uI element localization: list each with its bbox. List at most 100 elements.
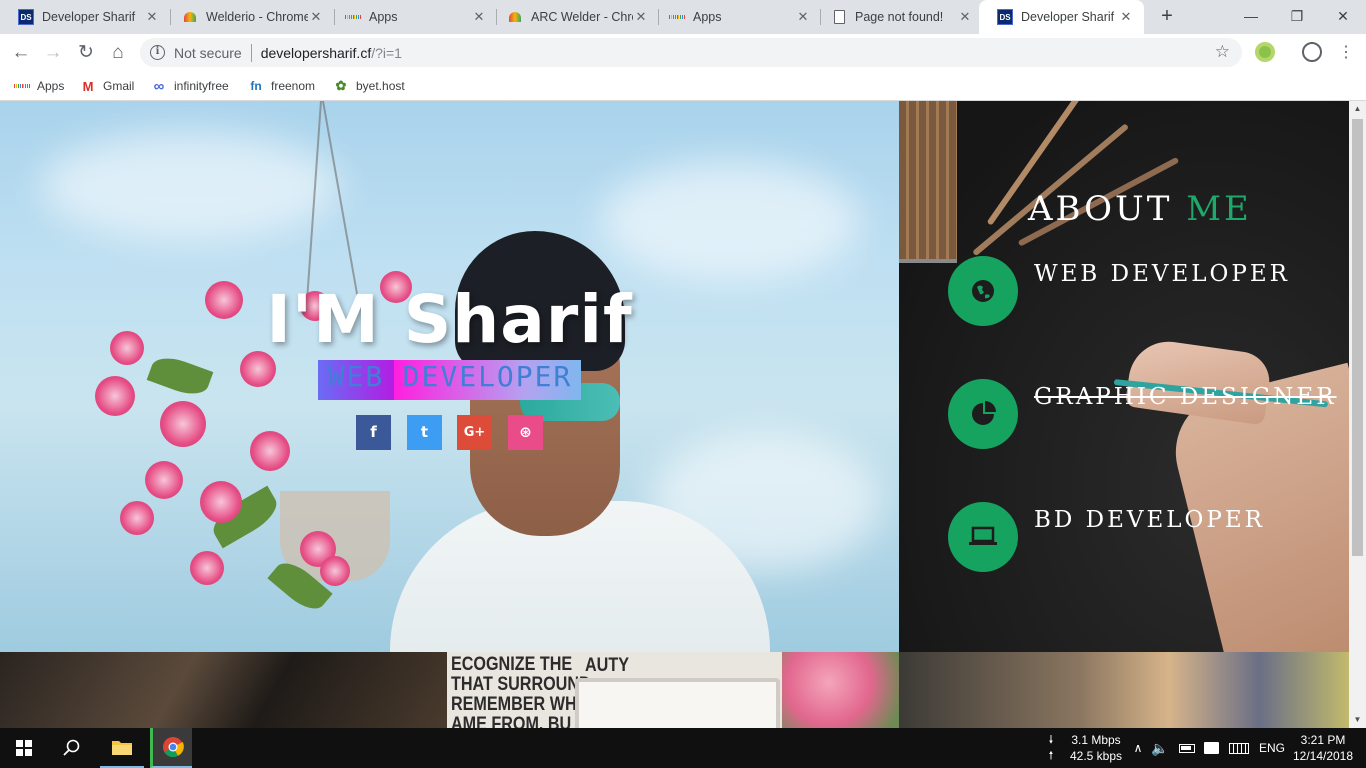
subtitle-word-web: WEB <box>318 360 394 400</box>
close-icon[interactable]: ✕ <box>308 9 324 25</box>
bookmark-label: Gmail <box>103 79 135 93</box>
tab-developer-sharif-active[interactable]: DS Developer Sharif ✕ <box>979 0 1144 34</box>
upload-speed: 42.5 kbps <box>1069 749 1123 763</box>
scroll-up-arrow-icon[interactable]: ▲ <box>1349 101 1366 117</box>
service-graphic-designer: GRAPHIC DESIGNER <box>1034 384 1337 410</box>
bookmark-infinityfree[interactable]: ∞ infinityfree <box>151 77 229 95</box>
bookmark-byethost[interactable]: ✿ byet.host <box>333 77 405 95</box>
bookmark-apps[interactable]: Apps <box>14 77 64 95</box>
show-hidden-icons-chevron-icon[interactable]: ∧ <box>1130 728 1146 768</box>
document-icon <box>831 9 847 25</box>
laptop-icon <box>948 502 1018 572</box>
hero-subtitle: WEB DEVELOPER <box>318 360 581 400</box>
close-icon[interactable]: ✕ <box>957 9 973 25</box>
windows-logo-icon <box>16 740 32 756</box>
clock-time: 3:21 PM <box>1300 733 1346 747</box>
profile-avatar-icon[interactable] <box>1302 42 1322 62</box>
close-icon[interactable]: ✕ <box>471 9 487 25</box>
notification-message-icon[interactable] <box>1200 728 1222 768</box>
forward-button[interactable]: → <box>40 40 66 66</box>
minimize-button[interactable]: — <box>1228 4 1274 28</box>
clock-date: 12/14/2018 <box>1292 749 1354 763</box>
dribbble-button[interactable]: ⊛ <box>508 415 543 450</box>
freenom-icon: fn <box>250 79 262 93</box>
volume-icon[interactable]: 🔈 <box>1150 728 1170 768</box>
poster-line: REMEMBER WHI <box>451 694 582 715</box>
flower <box>320 556 350 586</box>
cloud-decoration <box>600 161 860 281</box>
flower <box>190 551 224 585</box>
tab-title: ARC Welder - Chrome <box>531 10 633 24</box>
url-path: /?i=1 <box>371 44 402 61</box>
restore-button[interactable]: ❐ <box>1274 4 1320 28</box>
url-host: developersharif.cf <box>260 44 372 61</box>
close-icon[interactable]: ✕ <box>1118 9 1134 25</box>
laptop-screen-photo <box>575 678 780 728</box>
close-icon[interactable]: ✕ <box>795 9 811 25</box>
battery-icon[interactable] <box>1176 728 1198 768</box>
keyboard-icon[interactable] <box>1226 728 1252 768</box>
service-bd-developer: BD DEVELOPER <box>1034 507 1265 533</box>
new-tab-button[interactable]: + <box>1156 5 1178 27</box>
poster-line: ECOGNIZE THE <box>451 654 573 675</box>
upload-arrow-icon: 🠕 <box>1048 750 1054 762</box>
tab-developer-sharif-1[interactable]: DS Developer Sharif ✕ <box>0 0 170 34</box>
about-title-highlight: ME <box>1186 189 1252 229</box>
close-icon[interactable]: ✕ <box>633 9 649 25</box>
tab-title: Developer Sharif <box>42 10 136 24</box>
input-language[interactable]: ENG <box>1256 728 1288 768</box>
arc-welder-icon <box>182 9 198 25</box>
back-button[interactable]: ← <box>8 40 34 66</box>
flower <box>95 376 135 416</box>
address-bar[interactable]: i Not secure developersharif.cf /?i=1 ☆ <box>140 38 1242 67</box>
portfolio-thumb-poster[interactable]: ECOGNIZE THE THAT SURROUND REMEMBER WHI … <box>447 652 782 728</box>
close-icon[interactable]: ✕ <box>144 9 160 25</box>
tab-title: Page not found! <box>855 10 944 24</box>
network-speed-meter[interactable]: 3.1 Mbps 42.5 kbps <box>1064 728 1128 768</box>
bookmark-gmail[interactable]: M Gmail <box>80 77 135 95</box>
tab-arc-welder[interactable]: ARC Welder - Chrome ✕ <box>489 0 659 34</box>
tab-title: Apps <box>693 10 722 24</box>
leaf <box>146 351 214 401</box>
portfolio-thumb-desk[interactable] <box>0 652 450 728</box>
hero-section: I'M Sharif WEB DEVELOPER f t G+ ⊛ <box>0 101 899 652</box>
menu-kebab-icon[interactable]: ⋮ <box>1333 40 1359 66</box>
bookmark-label: infinityfree <box>174 79 229 93</box>
tab-welderio[interactable]: Welderio - Chrome ✕ <box>164 0 334 34</box>
bookmark-star-icon[interactable]: ☆ <box>1215 42 1230 62</box>
flower <box>160 401 206 447</box>
google-plus-button[interactable]: G+ <box>457 415 492 450</box>
tab-strip: DS Developer Sharif ✕ Welderio - Chrome … <box>0 0 1366 34</box>
start-button[interactable] <box>0 728 48 768</box>
search-button[interactable] <box>48 728 96 768</box>
info-icon[interactable]: i <box>150 45 165 60</box>
tab-page-not-found[interactable]: Page not found! ✕ <box>813 0 983 34</box>
tab-apps-2[interactable]: Apps ✕ <box>651 0 821 34</box>
chrome-taskbar-button[interactable] <box>150 728 192 768</box>
bookmark-label: Apps <box>37 79 65 93</box>
twitter-button[interactable]: t <box>407 415 442 450</box>
flower <box>200 481 242 523</box>
home-button[interactable]: ⌂ <box>105 40 131 66</box>
cloud-decoration <box>40 131 340 241</box>
hero-title: I'M Sharif <box>266 281 633 358</box>
tab-title: Welderio - Chrome <box>206 10 308 24</box>
pie-chart-icon <box>948 379 1018 449</box>
flower <box>120 501 154 535</box>
extension-icon[interactable] <box>1255 42 1275 62</box>
reload-button[interactable]: ↻ <box>73 40 99 66</box>
bookmark-freenom[interactable]: fn freenom <box>248 77 315 95</box>
scroll-thumb[interactable] <box>1352 119 1363 556</box>
tab-apps-1[interactable]: Apps ✕ <box>327 0 497 34</box>
file-explorer-button[interactable] <box>100 728 144 768</box>
system-clock[interactable]: 3:21 PM 12/14/2018 <box>1290 728 1356 768</box>
portfolio-thumb-pencils[interactable] <box>899 652 1349 728</box>
portfolio-thumb-roses[interactable] <box>782 652 899 728</box>
close-window-button[interactable]: ✕ <box>1320 4 1366 28</box>
page-scrollbar[interactable]: ▲ ▼ <box>1349 101 1366 728</box>
facebook-button[interactable]: f <box>356 415 391 450</box>
bookmarks-bar: Apps M Gmail ∞ infinityfree fn freenom ✿… <box>0 71 1366 101</box>
scroll-down-arrow-icon[interactable]: ▼ <box>1349 712 1366 728</box>
apps-grid-icon <box>345 9 362 25</box>
about-section: ABOUT ME WEB DEVELOPER GRAPHIC DESIGNER … <box>899 101 1349 652</box>
